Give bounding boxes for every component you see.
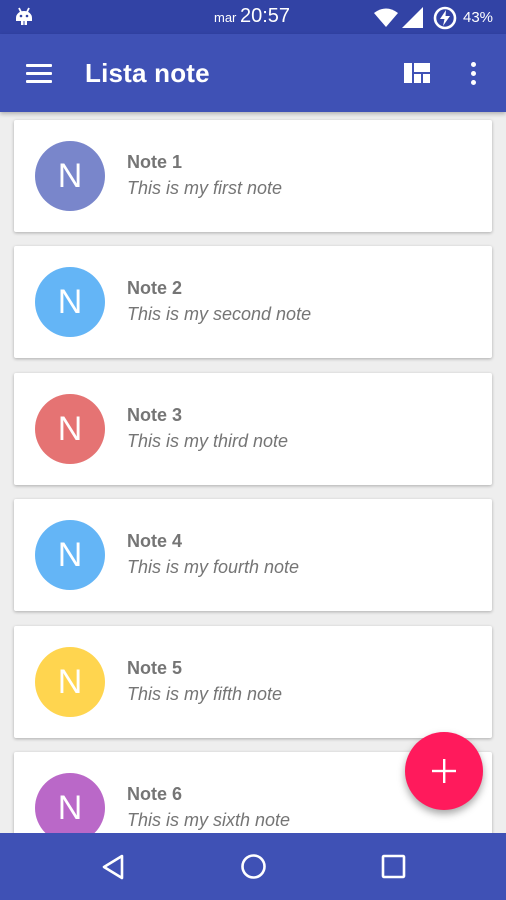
note-card[interactable]: N Note 2 This is my second note xyxy=(14,246,492,358)
wifi-icon xyxy=(373,8,399,33)
note-body: This is my second note xyxy=(127,304,312,324)
note-card[interactable]: N Note 3 This is my third note xyxy=(14,373,492,485)
note-title: Note 1 xyxy=(127,152,183,172)
overflow-menu-icon[interactable] xyxy=(466,60,482,88)
note-card[interactable]: N Note 5 This is my fifth note xyxy=(14,626,492,738)
note-avatar: N xyxy=(35,267,105,337)
android-debug-icon xyxy=(14,6,34,33)
note-card[interactable]: N Note 1 This is my first note xyxy=(14,120,492,232)
recents-icon[interactable] xyxy=(381,854,406,884)
note-title: Note 5 xyxy=(127,658,183,678)
status-day: mar xyxy=(214,10,237,25)
note-body: This is my first note xyxy=(127,178,283,198)
layout-icon[interactable] xyxy=(403,62,431,89)
note-avatar: N xyxy=(35,773,105,833)
note-title: Note 3 xyxy=(127,405,183,425)
note-card[interactable]: N Note 4 This is my fourth note xyxy=(14,499,492,611)
app-title: Lista note xyxy=(85,58,210,88)
note-avatar: N xyxy=(35,520,105,590)
note-avatar: N xyxy=(35,394,105,464)
note-title: Note 4 xyxy=(127,531,183,551)
note-title: Note 2 xyxy=(127,278,183,298)
signal-icon xyxy=(402,7,424,33)
note-body: This is my sixth note xyxy=(127,810,291,830)
battery-percent: 43% xyxy=(463,9,494,26)
add-icon xyxy=(432,759,456,783)
status-time: 20:57 xyxy=(240,5,291,27)
note-body: This is my fifth note xyxy=(127,684,283,704)
note-avatar: N xyxy=(35,141,105,211)
status-bar: mar 20:57 43% xyxy=(0,0,506,34)
navigation-bar xyxy=(0,833,506,900)
note-body: This is my fourth note xyxy=(127,557,300,577)
app-bar: Lista note xyxy=(0,34,506,112)
menu-icon[interactable] xyxy=(24,62,54,84)
battery-charging-icon xyxy=(433,6,457,35)
add-note-button[interactable] xyxy=(405,732,483,810)
note-avatar: N xyxy=(35,647,105,717)
note-body: This is my third note xyxy=(127,431,289,451)
note-title: Note 6 xyxy=(127,784,183,804)
notes-list: N Note 1 This is my first note N Note 2 … xyxy=(0,112,506,833)
back-icon[interactable] xyxy=(100,853,126,886)
home-icon[interactable] xyxy=(240,853,267,885)
